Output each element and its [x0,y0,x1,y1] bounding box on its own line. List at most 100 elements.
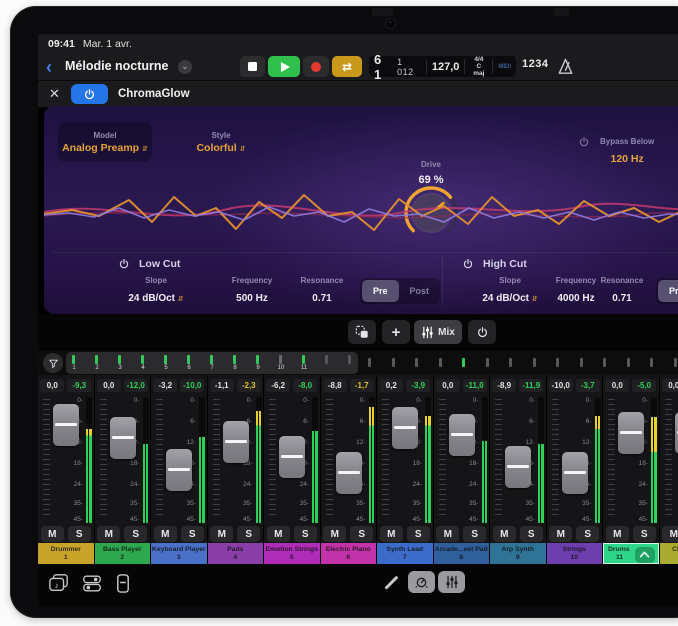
lcd-display[interactable]: 6 11 012 127,0 4/4C maj MIDI [369,56,516,77]
solo-button[interactable]: S [407,526,430,542]
mute-button[interactable]: M [493,526,516,542]
high-cut-power-icon[interactable] [462,258,474,270]
fader-cap[interactable] [336,452,362,494]
volume-value[interactable]: -8,9 [492,379,516,392]
volume-value[interactable]: 0,0 [662,379,678,392]
low-cut-slope[interactable]: Slope 24 dB/Oct ⇵ [120,276,192,306]
fader-cap[interactable] [110,417,136,459]
channel-strip-7[interactable]: 0,2-3,9061218243545MSSynth Lead7 [377,375,434,564]
volume-value[interactable]: 0,0 [97,379,121,392]
pre-option[interactable]: Pre [362,280,399,302]
solo-button[interactable]: S [520,526,543,542]
mute-button[interactable]: M [323,526,346,542]
channel-strip-view-button[interactable] [116,574,130,593]
track-overview-ruler[interactable]: 1234567891011 [38,351,678,375]
collapse-chevron-button[interactable] [635,547,655,563]
solo-button[interactable]: S [294,526,317,542]
fader-cap[interactable] [279,436,305,478]
channel-strip-5[interactable]: -6,2-8,0061218243545MSEmotion Strings5 [264,375,321,564]
pencil-icon[interactable] [384,576,398,590]
plugin-power-button[interactable] [71,84,108,104]
fader-cap[interactable] [618,412,644,454]
add-plugin-button[interactable]: + [382,320,410,344]
solo-button[interactable]: S [576,526,599,542]
model-selector[interactable]: Model Analog Preamp ⇵ [58,122,152,162]
channel-strip-12[interactable]: 0,0061218243545MSChorus V12 [660,375,678,564]
track-name-cell[interactable]: Arcade...eet Pad8 [434,543,490,564]
volume-value[interactable]: 0,2 [379,379,403,392]
volume-value[interactable]: -1,1 [210,379,234,392]
solo-button[interactable]: S [350,526,373,542]
channel-strip-9[interactable]: -8,9-11,9061218243545MSArp Synth9 [490,375,547,564]
cycle-button[interactable]: ⇄ [332,56,362,77]
low-cut-resonance[interactable]: Resonance 0.71 [292,276,352,306]
channel-strip-1[interactable]: 0,0-9,3061218243545MSDrummer1 [38,375,95,564]
mute-button[interactable]: M [606,526,629,542]
mute-button[interactable]: M [436,526,459,542]
solo-button[interactable]: S [633,526,656,542]
mute-button[interactable]: M [549,526,572,542]
solo-button[interactable]: S [124,526,147,542]
low-cut-frequency[interactable]: Frequency 500 Hz [220,276,284,306]
volume-value[interactable]: 0,0 [436,379,460,392]
low-cut-pre-post[interactable]: Pre Post [360,278,440,304]
solo-button[interactable]: S [181,526,204,542]
track-name-cell[interactable]: Chorus V12 [660,543,678,564]
solo-button[interactable]: S [237,526,260,542]
high-cut-slope[interactable]: Slope 24 dB/Oct ⇵ [474,276,546,306]
channel-strip-11[interactable]: 0,0-5,0061218243545MSDrums11 [603,375,660,564]
channel-strip-8[interactable]: 0,0-11,0061218243545MSArcade...eet Pad8 [434,375,491,564]
bypass-power-icon[interactable] [578,136,590,148]
overview-thumb[interactable]: 1234567891011 [66,352,358,374]
mute-button[interactable]: M [210,526,233,542]
mute-button[interactable]: M [41,526,64,542]
post-option[interactable]: Post [401,280,439,302]
low-cut-power-icon[interactable] [118,258,130,270]
chevron-down-icon[interactable]: ⌄ [178,60,192,74]
track-name-cell[interactable]: Arp Synth9 [490,543,546,564]
volume-value[interactable]: 0,0 [40,379,64,392]
volume-value[interactable]: -6,2 [266,379,290,392]
mute-button[interactable]: M [662,526,678,542]
volume-value[interactable]: 0,0 [605,379,629,392]
fader-cap[interactable] [675,412,678,454]
channel-strip-6[interactable]: -8,8-1,7061218243545MSElectric Piano6 [321,375,378,564]
play-button[interactable] [268,56,300,77]
track-name-cell[interactable]: Drummer1 [38,543,94,564]
level-control[interactable]: Level 0.0 [672,131,678,167]
track-name-cell[interactable]: Emotion Strings5 [264,543,320,564]
controls-view-button[interactable] [408,571,435,593]
filter-button[interactable] [43,353,63,373]
solo-button[interactable]: S [463,526,486,542]
track-name-cell[interactable]: Keyboard Player3 [151,543,207,564]
browser-button[interactable]: ♪ [48,573,70,593]
style-selector[interactable]: Style Colorful ⇵ [178,122,264,162]
faders-view-button[interactable] [438,571,465,593]
volume-value[interactable]: -10,0 [549,379,573,392]
mix-button[interactable]: Mix [414,320,462,344]
fader-cap[interactable] [505,446,531,488]
mute-button[interactable]: M [267,526,290,542]
mixer-power-button[interactable] [468,320,496,344]
channel-strip-4[interactable]: -1,1-2,3061218243545MSPads4 [208,375,265,564]
fader-cap[interactable] [53,404,79,446]
fader-cap[interactable] [449,414,475,456]
close-icon[interactable]: ✕ [49,86,60,102]
track-name-cell[interactable]: Bass Player2 [95,543,151,564]
solo-button[interactable]: S [68,526,91,542]
volume-value[interactable]: -8,8 [323,379,347,392]
channel-strip-2[interactable]: 0,0-12,0061218243545MSBass Player2 [95,375,152,564]
record-button[interactable] [303,56,329,77]
plugins-view-button[interactable] [82,575,102,592]
count-in-button[interactable]: 1234 [522,58,548,70]
track-name-cell[interactable]: Electric Piano6 [321,543,377,564]
mute-button[interactable]: M [97,526,120,542]
pre-option[interactable]: Pre [658,280,678,302]
metronome-button[interactable] [556,57,575,76]
volume-value[interactable]: -3,2 [153,379,177,392]
song-title[interactable]: Mélodie nocturne [65,54,168,79]
plugin-tiles-button[interactable] [348,320,376,344]
fader-cap[interactable] [166,449,192,491]
channel-strip-10[interactable]: -10,0-3,7061218243545MSStrings10 [547,375,604,564]
track-name-cell[interactable]: Drums11 [603,543,659,564]
